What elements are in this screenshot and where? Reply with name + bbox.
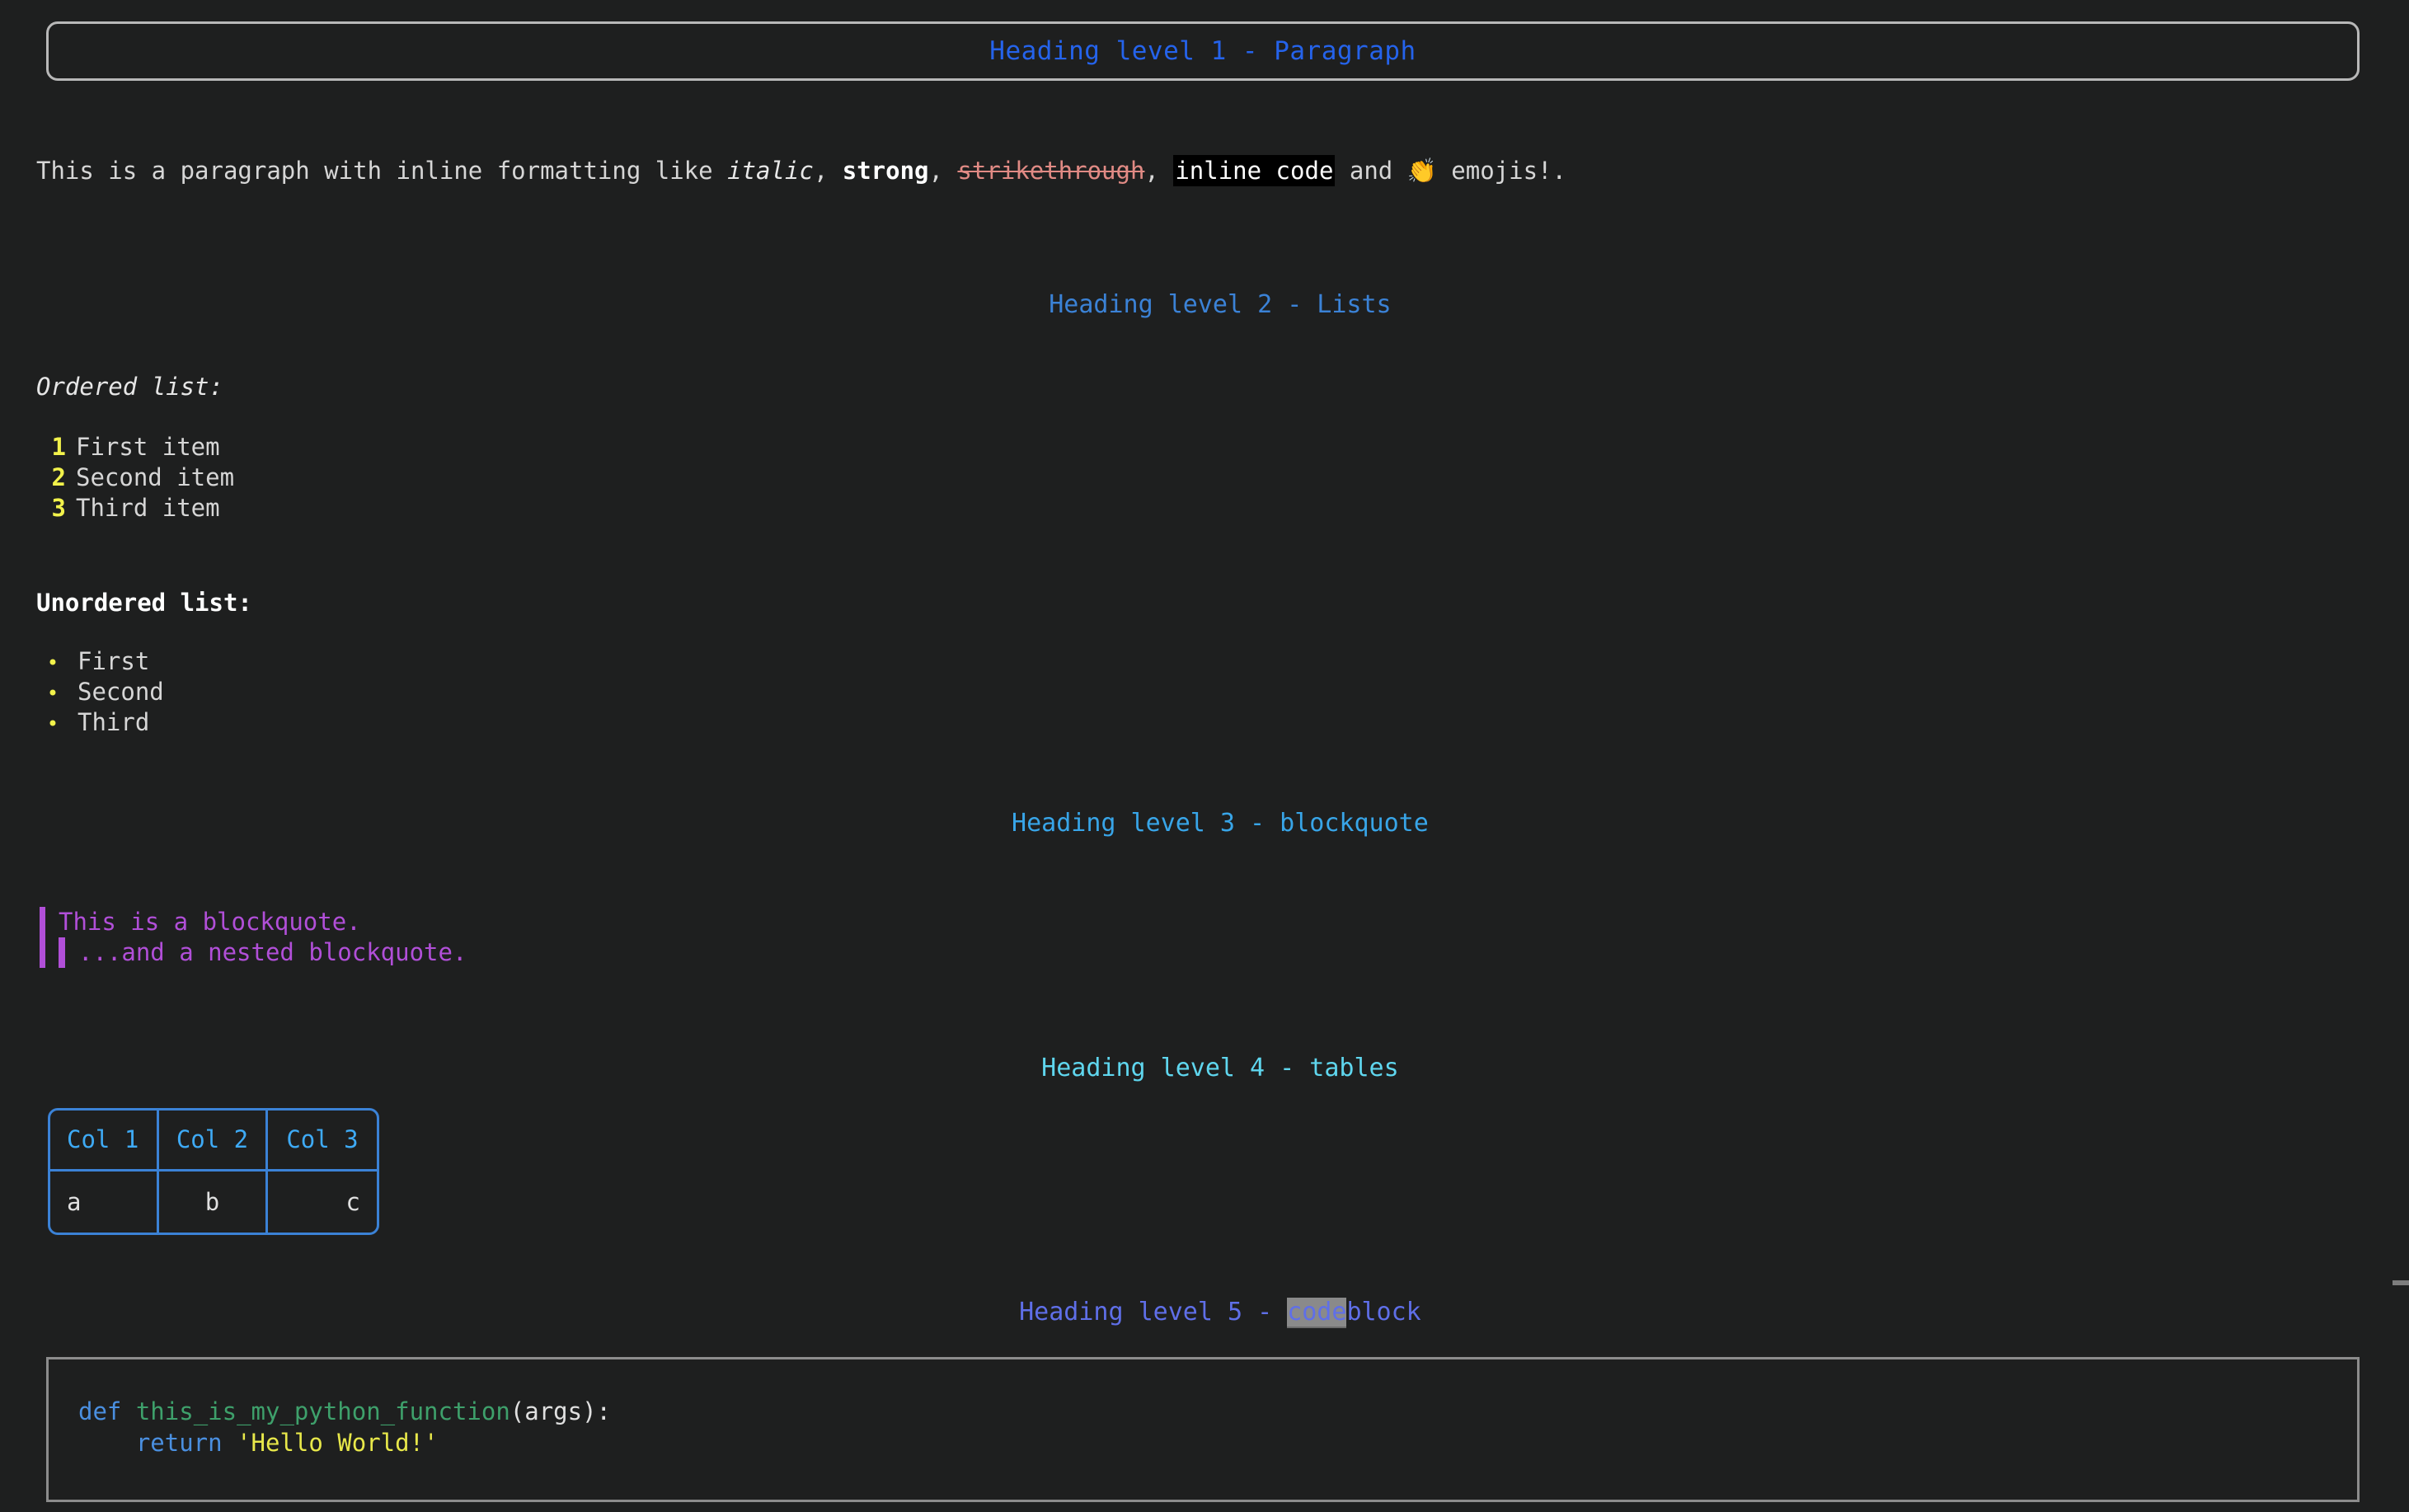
table-cell: a bbox=[50, 1172, 159, 1233]
heading-2: Heading level 2 - Lists bbox=[0, 269, 2383, 341]
nested-blockquote-line: ...and a nested blockquote. bbox=[40, 937, 467, 968]
paragraph-text-part1: This is a paragraph with inline formatti… bbox=[36, 157, 728, 185]
bullet-icon: • bbox=[46, 651, 59, 674]
list-item: • First bbox=[36, 650, 164, 680]
unordered-list-label: Unordered list: bbox=[36, 589, 252, 617]
unordered-list: • First • Second • Third bbox=[36, 650, 164, 741]
code-keyword: return bbox=[135, 1429, 223, 1457]
table-header-row: Col 1 Col 2 Col 3 bbox=[50, 1111, 377, 1172]
clapping-hands-icon: 👏 bbox=[1406, 157, 1437, 185]
code-block-panel: def this_is_my_python_function(args): re… bbox=[46, 1357, 2360, 1502]
markdown-document-view: Heading level 1 - Paragraph This is a pa… bbox=[0, 0, 2409, 1512]
table-header-cell: Col 1 bbox=[50, 1111, 159, 1172]
intro-paragraph: This is a paragraph with inline formatti… bbox=[36, 155, 1566, 186]
list-item: 1 First item bbox=[36, 435, 234, 466]
list-item-text: First item bbox=[76, 433, 220, 461]
list-item-text: First bbox=[77, 647, 150, 675]
blockquote-bar-icon bbox=[40, 937, 45, 968]
heading-5-prefix: Heading level 5 - bbox=[1019, 1298, 1288, 1327]
list-item-text: Second item bbox=[76, 463, 235, 491]
ordered-marker: 3 bbox=[51, 494, 66, 522]
blockquote-bar-icon bbox=[40, 907, 45, 937]
heading-5: Heading level 5 - codeblock bbox=[0, 1276, 2383, 1349]
ordered-list-label: Ordered list: bbox=[36, 373, 223, 401]
code-keyword: def bbox=[78, 1397, 122, 1425]
code-plain: (args): bbox=[510, 1397, 612, 1425]
table-header-cell: Col 2 bbox=[159, 1111, 268, 1172]
nested-blockquote-text: ...and a nested blockquote. bbox=[78, 938, 467, 966]
heading-5-suffix: block bbox=[1346, 1298, 1421, 1327]
heading-4: Heading level 4 - tables bbox=[0, 1032, 2383, 1105]
heading-2-text: Heading level 2 - Lists bbox=[1049, 290, 1392, 319]
heading-3: Heading level 3 - blockquote bbox=[0, 787, 2383, 860]
list-item: • Second bbox=[36, 680, 164, 711]
ordered-list: 1 First item 2 Second item 3 Third item bbox=[36, 435, 235, 527]
inline-code-span: inline code bbox=[1173, 155, 1336, 186]
paragraph-tail: emojis!. bbox=[1436, 157, 1566, 185]
list-item: 3 Third item bbox=[36, 496, 234, 527]
list-item-text: Third item bbox=[76, 494, 220, 522]
table-cell: b bbox=[159, 1172, 268, 1233]
strong-span: strong bbox=[842, 157, 929, 185]
data-table: Col 1 Col 2 Col 3 a b c bbox=[48, 1108, 379, 1235]
code-line: def this_is_my_python_function(args): bbox=[78, 1396, 2357, 1427]
paragraph-sep-3: , bbox=[1144, 157, 1174, 185]
code-function-name: this_is_my_python_function bbox=[121, 1397, 510, 1425]
bullet-icon: • bbox=[46, 682, 59, 705]
paragraph-sep-2: , bbox=[928, 157, 958, 185]
table-header-cell: Col 3 bbox=[268, 1111, 377, 1172]
blockquote: This is a blockquote. ...and a nested bl… bbox=[40, 907, 467, 968]
heading-3-text: Heading level 3 - blockquote bbox=[1012, 809, 1429, 838]
bullet-icon: • bbox=[46, 712, 59, 735]
list-item: 2 Second item bbox=[36, 463, 235, 496]
list-item: • Third bbox=[36, 711, 164, 741]
code-string: 'Hello World!' bbox=[222, 1429, 439, 1457]
strikethrough-span: strikethrough bbox=[957, 157, 1145, 185]
heading-5-inline-code: code bbox=[1287, 1298, 1347, 1328]
blockquote-line: This is a blockquote. bbox=[40, 907, 467, 937]
nested-blockquote-bar-icon bbox=[59, 937, 65, 968]
paragraph-sep-1: , bbox=[813, 157, 843, 185]
table-row: a b c bbox=[50, 1172, 377, 1233]
scrollbar-thumb[interactable] bbox=[2393, 1280, 2409, 1285]
heading-1-text: Heading level 1 - Paragraph bbox=[989, 35, 1416, 66]
ordered-marker: 1 bbox=[51, 433, 66, 461]
list-item-text: Second bbox=[77, 678, 164, 706]
list-item-text: Third bbox=[77, 708, 150, 736]
italic-span: italic bbox=[727, 157, 814, 185]
heading-5-text: Heading level 5 - codeblock bbox=[1019, 1298, 1421, 1328]
heading-1-panel: Heading level 1 - Paragraph bbox=[46, 21, 2360, 81]
ordered-marker: 2 bbox=[51, 463, 66, 491]
heading-4-text: Heading level 4 - tables bbox=[1041, 1054, 1399, 1082]
table-cell: c bbox=[345, 1187, 360, 1216]
code-line: return 'Hello World!' bbox=[78, 1427, 2357, 1458]
paragraph-sep-4: and bbox=[1335, 157, 1407, 185]
blockquote-text: This is a blockquote. bbox=[59, 908, 361, 936]
